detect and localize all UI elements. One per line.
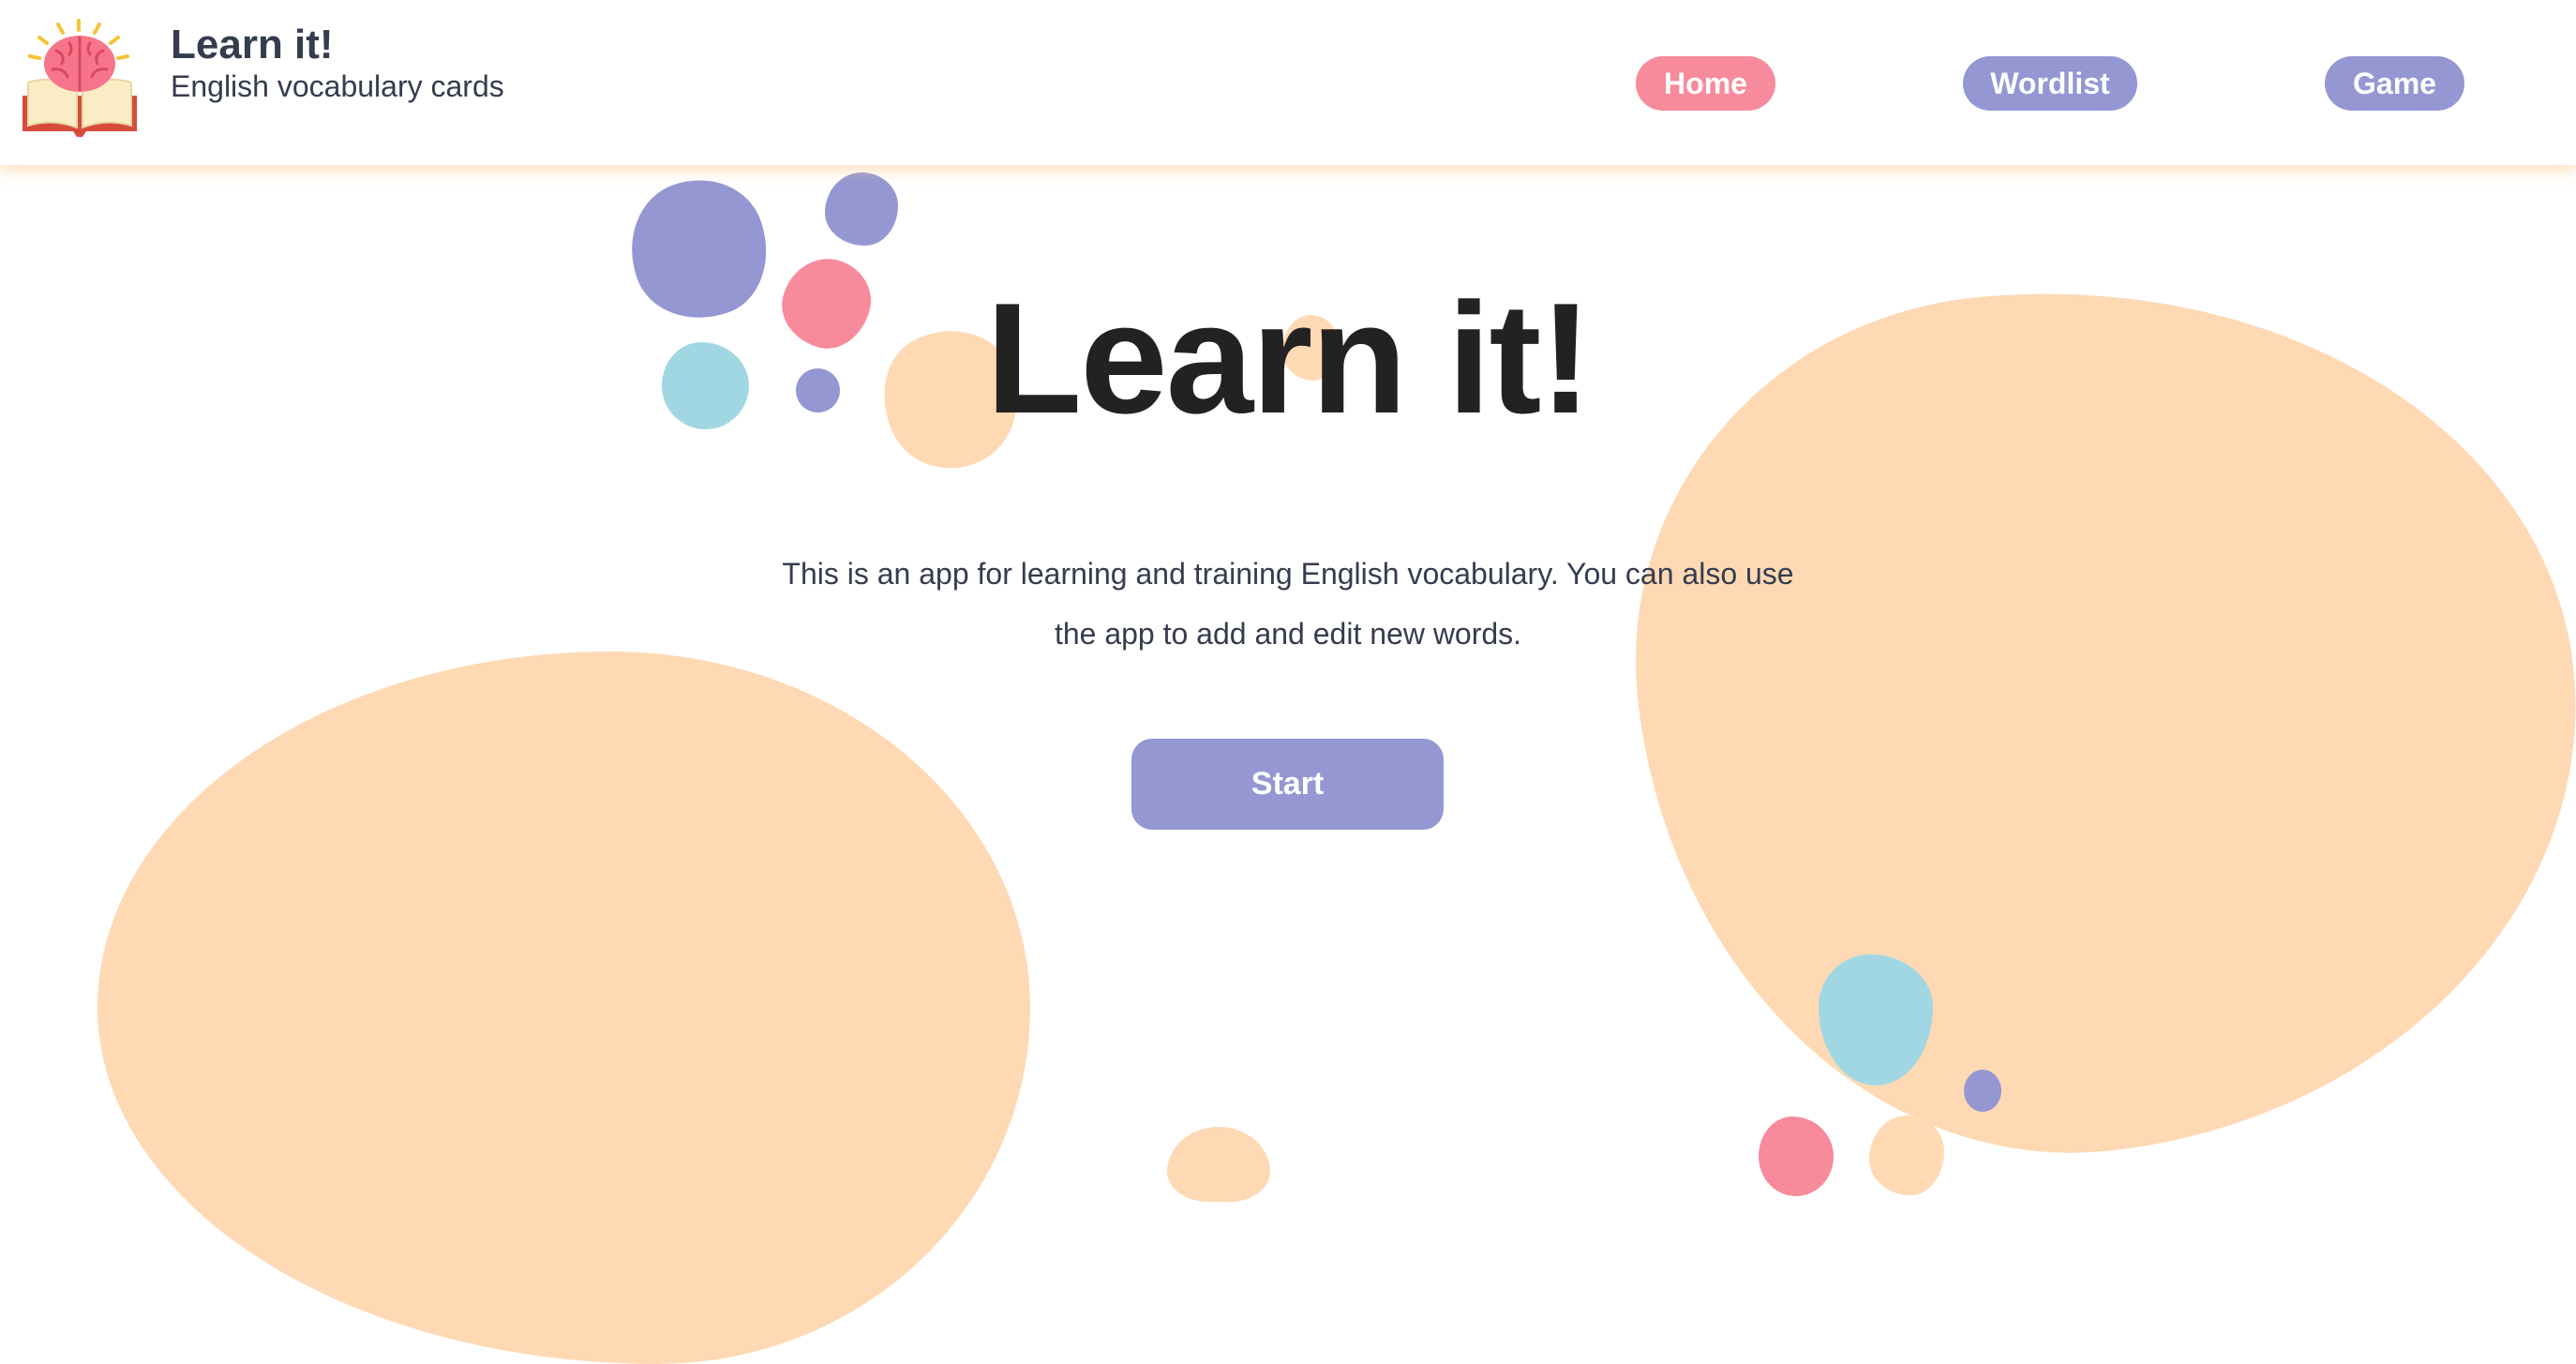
decorative-blob xyxy=(1759,1117,1834,1196)
hero-title: Learn it! xyxy=(985,270,1593,446)
decorative-blob xyxy=(1167,1127,1270,1202)
decorative-blob xyxy=(1869,1116,1944,1195)
nav-home-button[interactable]: Home xyxy=(1636,56,1775,111)
hero-description: This is an app for learning and training… xyxy=(782,557,1794,651)
brand-subtitle: English vocabulary cards xyxy=(171,69,504,103)
brand-title: Learn it! xyxy=(171,22,334,67)
nav-wordlist-button[interactable]: Wordlist xyxy=(1963,56,2137,111)
background-blob-left xyxy=(97,652,1030,1364)
start-button[interactable]: Start xyxy=(1131,739,1444,830)
decorative-blob xyxy=(1964,1070,2001,1112)
app-header: Learn it! English vocabulary cards Home … xyxy=(0,0,2576,165)
book-brain-icon[interactable] xyxy=(17,15,142,142)
nav-game-button[interactable]: Game xyxy=(2325,56,2464,111)
decorative-blob xyxy=(825,172,898,246)
